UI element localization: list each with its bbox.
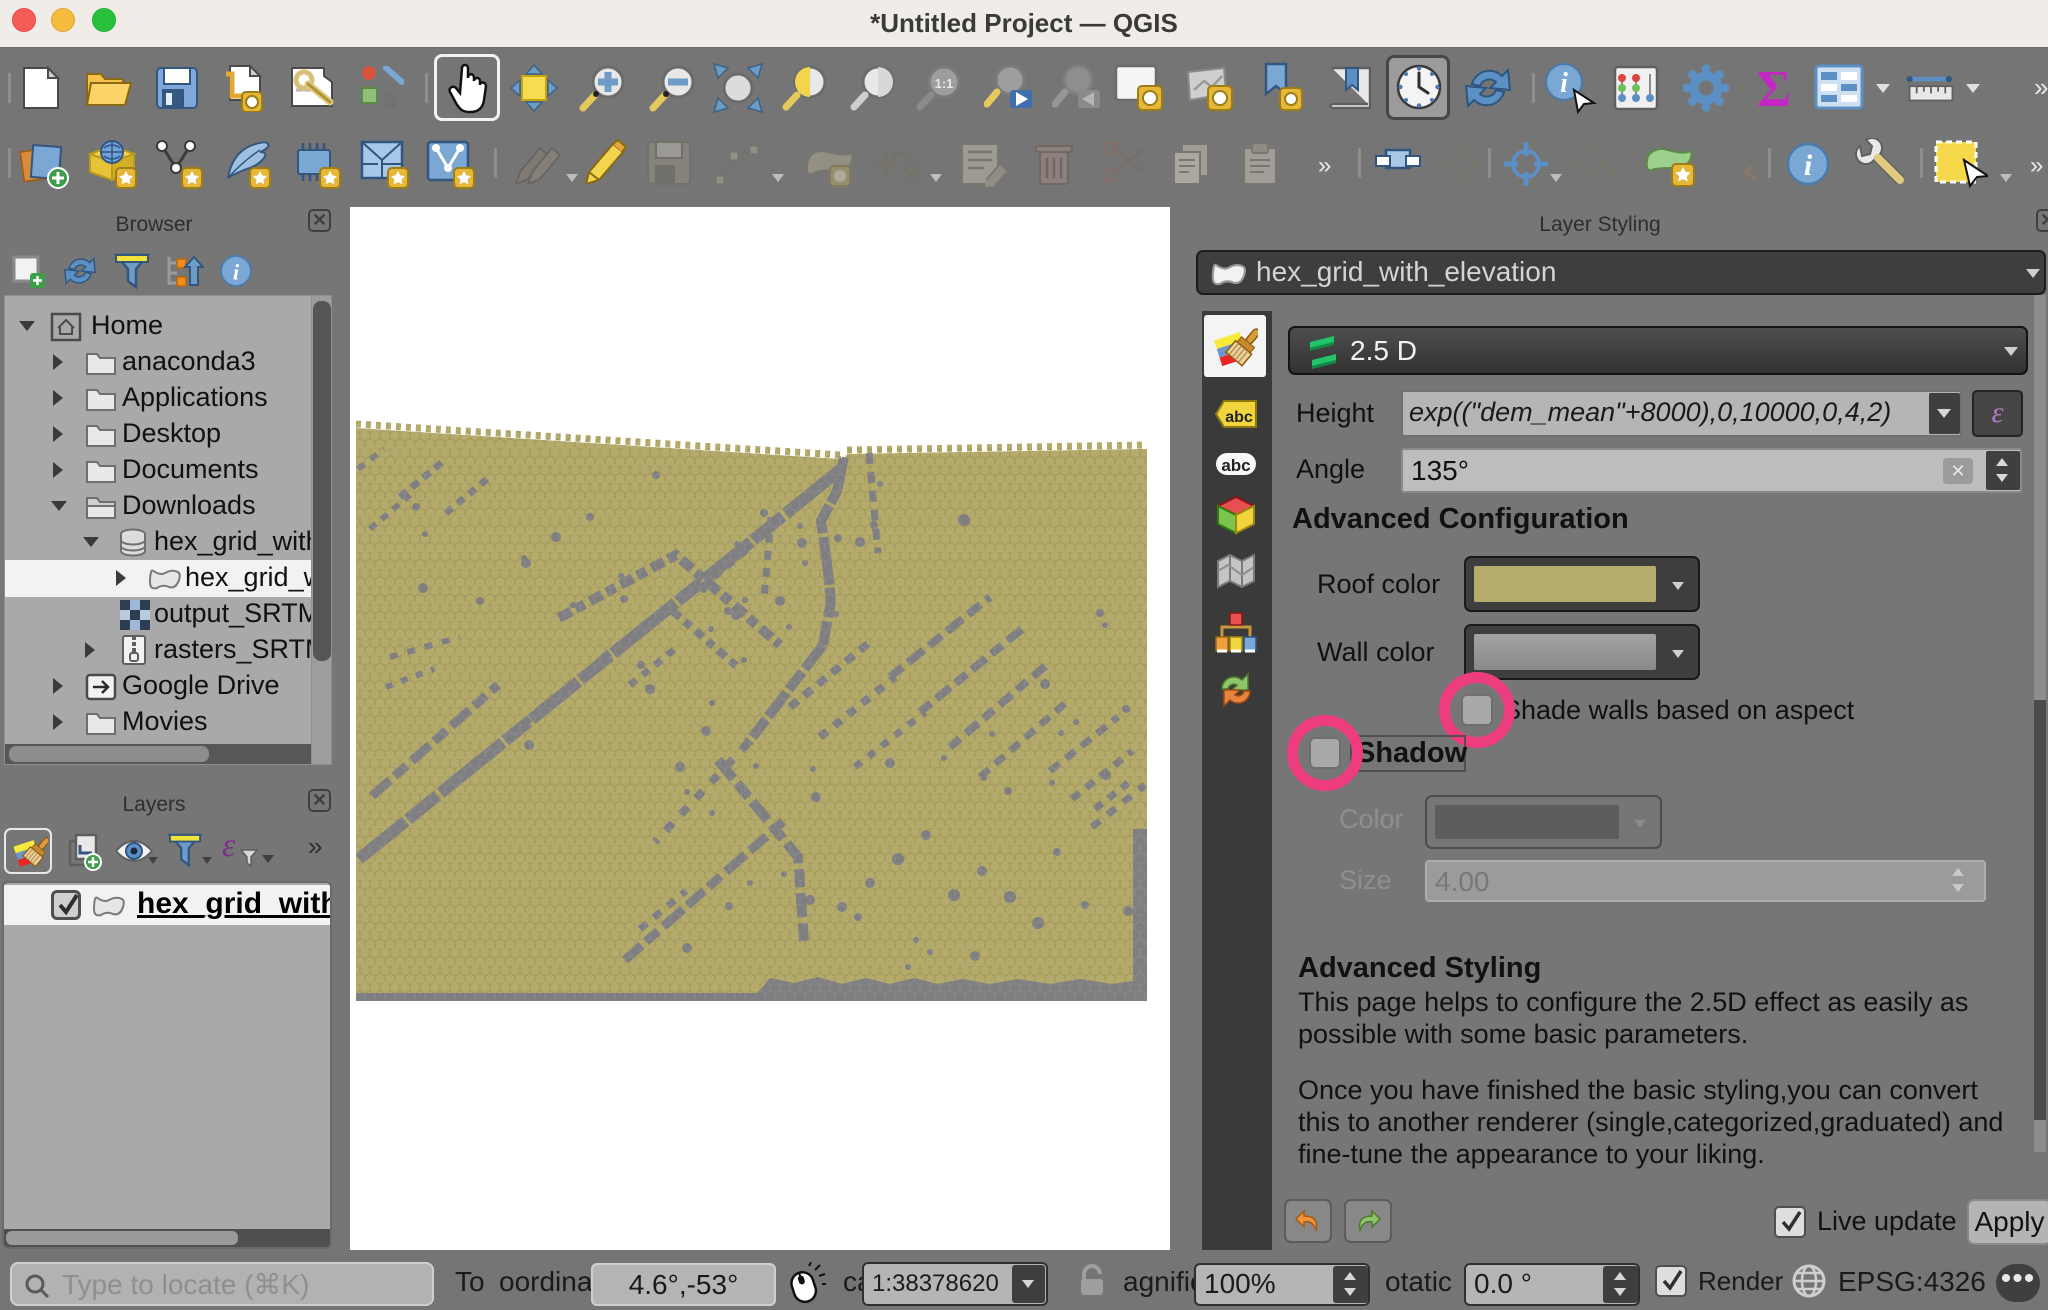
svg-text:i: i [233, 259, 240, 284]
svg-text:abc: abc [1221, 456, 1250, 475]
svg-text:i: i [1804, 149, 1813, 182]
svg-text:abc: abc [1225, 409, 1253, 426]
svg-text:a: a [384, 82, 397, 110]
svg-text:i: i [1560, 68, 1568, 99]
svg-text:1:1: 1:1 [935, 76, 954, 91]
svg-text:Σ: Σ [1757, 64, 1791, 112]
